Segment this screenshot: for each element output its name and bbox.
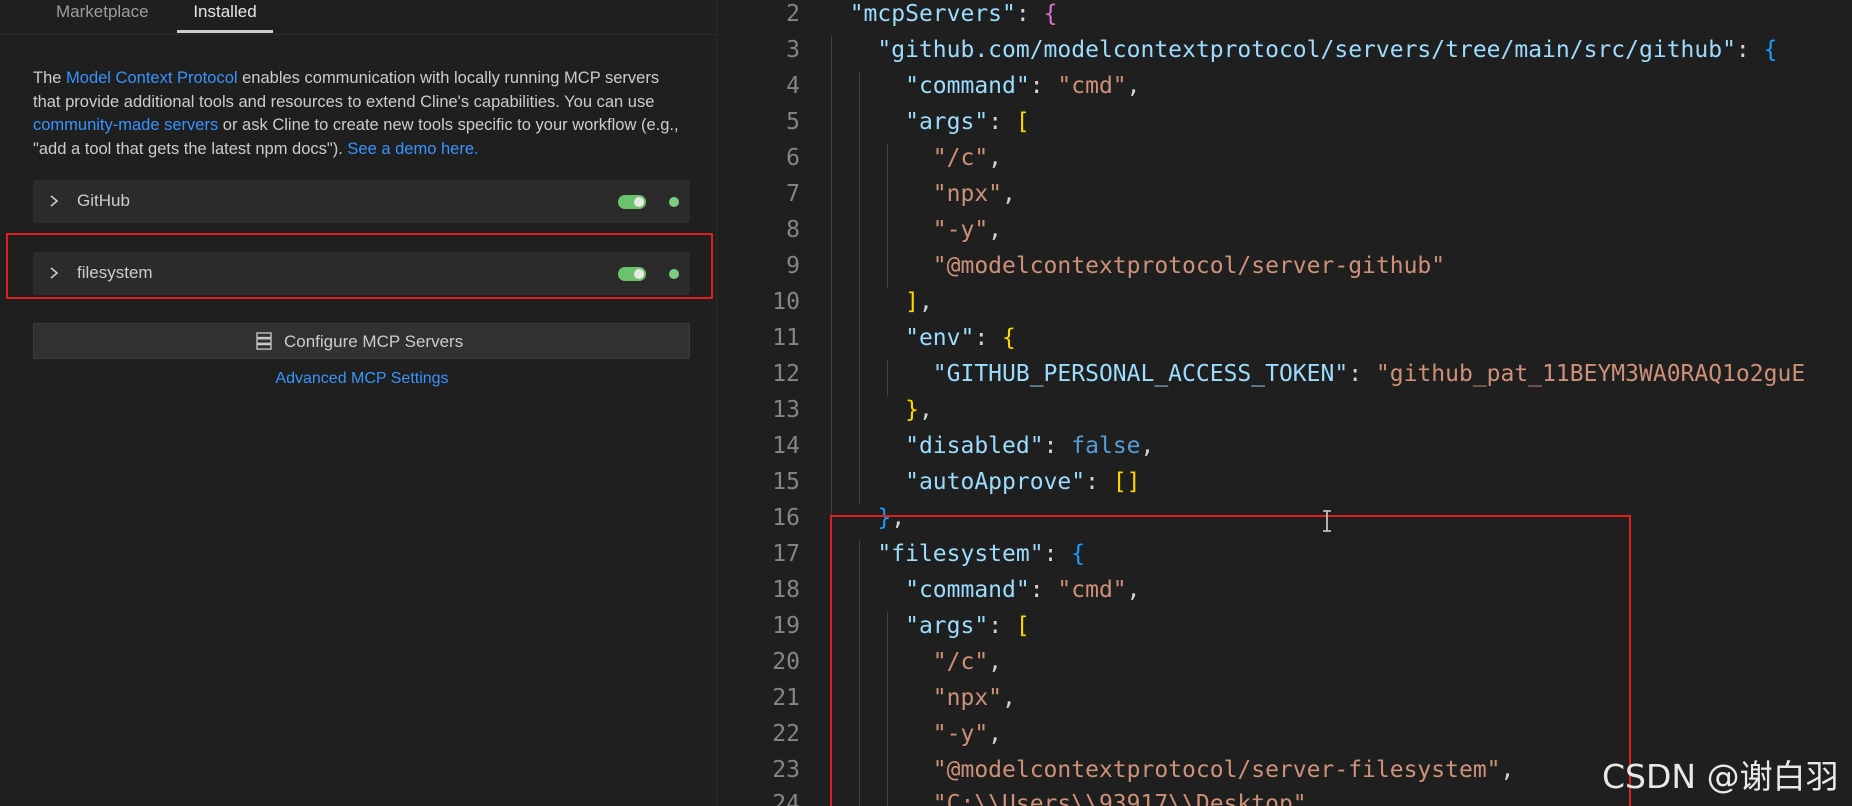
code-line: 6 "/c", [717, 140, 1852, 176]
chevron-right-icon[interactable] [46, 191, 62, 211]
description-text: The [33, 69, 67, 87]
demo-link[interactable]: See a demo here. [347, 140, 478, 158]
line-number: 4 [786, 73, 800, 99]
code-line: 7 "npx", [717, 176, 1852, 212]
json-string: "/c" [932, 145, 989, 171]
code-text: }, [905, 397, 933, 423]
community-servers-link[interactable]: community-made servers [33, 116, 218, 134]
line-number: 6 [786, 145, 800, 171]
code-text: "mcpServers": { [849, 1, 1058, 27]
line-number: 21 [772, 685, 800, 711]
server-enable-toggle[interactable] [618, 195, 646, 209]
line-number: 18 [772, 577, 800, 603]
watermark: CSDN @谢白羽 [1602, 757, 1839, 796]
active-tab-indicator [177, 30, 273, 33]
code-text: ], [905, 289, 933, 315]
line-number: 20 [772, 649, 800, 675]
line-number: 12 [772, 361, 800, 387]
code-text: "@modelcontextprotocol/server-github" [822, 248, 1445, 284]
server-name: GitHub [77, 191, 130, 210]
line-number: 15 [772, 469, 800, 495]
line-number: 10 [772, 289, 800, 315]
code-line: 10 ], [717, 284, 1852, 320]
advanced-mcp-settings-link[interactable]: Advanced MCP Settings [0, 370, 724, 388]
code-text: "-y", [932, 217, 1003, 243]
code-text: "npx", [932, 181, 1016, 207]
json-key: "command" [905, 73, 1030, 99]
code-text: "github.com/modelcontextprotocol/servers… [877, 37, 1778, 63]
configure-button-label: Configure MCP Servers [284, 332, 464, 351]
mcp-servers-panel: Marketplace Installed The Model Context … [0, 0, 717, 806]
toggle-knob [634, 197, 644, 207]
code-line: 11 "env": { [717, 320, 1852, 356]
line-number: 14 [772, 433, 800, 459]
json-key: "autoApprove" [905, 469, 1086, 495]
server-row-github[interactable]: GitHub [33, 180, 690, 223]
configure-mcp-servers-button[interactable]: Configure MCP Servers [33, 323, 690, 359]
json-key: "env" [905, 325, 975, 351]
code-line: 8 "-y", [717, 212, 1852, 248]
json-string: "github_pat_11BEYM3WA0RAQ1o2guE [1375, 361, 1806, 387]
line-number: 13 [772, 397, 800, 423]
tab-marketplace[interactable]: Marketplace [56, 0, 149, 33]
code-line: 15 "autoApprove": [] [717, 464, 1852, 500]
json-key: "github.com/modelcontextprotocol/servers… [877, 37, 1736, 63]
text-cursor-icon [1323, 510, 1331, 532]
json-key: "args" [905, 109, 989, 135]
json-string: "@modelcontextprotocol/server-github" [932, 253, 1446, 279]
line-number: 7 [786, 181, 800, 207]
line-number: 23 [772, 757, 800, 783]
json-string: "cmd" [1057, 73, 1127, 99]
code-text: "command": "cmd", [905, 73, 1141, 99]
mcp-description: The Model Context Protocol enables commu… [33, 67, 683, 161]
code-text: "/c", [932, 145, 1003, 171]
line-number: 22 [772, 721, 800, 747]
code-text: "env": { [905, 325, 1016, 351]
code-text: "disabled": false, [905, 433, 1155, 459]
line-number: 24 [772, 791, 800, 806]
line-number: 3 [786, 37, 800, 63]
code-text: "args": [ [905, 109, 1030, 135]
json-key: "GITHUB_PERSONAL_ACCESS_TOKEN" [932, 361, 1349, 387]
code-text: "GITHUB_PERSONAL_ACCESS_TOKEN": "github_… [932, 361, 1806, 387]
model-context-protocol-link[interactable]: Model Context Protocol [66, 69, 238, 87]
json-key: "disabled" [905, 433, 1044, 459]
code-line: 2 "mcpServers": { [717, 0, 1852, 32]
json-string: "npx" [932, 181, 1003, 207]
json-string: "-y" [932, 217, 989, 243]
line-number: 9 [786, 253, 800, 279]
json-key: "mcpServers" [849, 1, 1016, 27]
line-number: 2 [786, 1, 800, 27]
json-keyword: false [1071, 433, 1141, 459]
code-line: 12 "GITHUB_PERSONAL_ACCESS_TOKEN": "gith… [717, 356, 1852, 392]
line-number: 11 [772, 325, 800, 351]
code-line: 3 "github.com/modelcontextprotocol/serve… [717, 32, 1852, 68]
line-number: 19 [772, 613, 800, 639]
line-number: 5 [786, 109, 800, 135]
status-indicator [669, 197, 679, 207]
code-line: 5 "args": [ [717, 104, 1852, 140]
highlight-box [830, 515, 1631, 806]
line-number: 8 [786, 217, 800, 243]
server-icon [256, 332, 272, 350]
code-line: 4 "command": "cmd", [717, 68, 1852, 104]
line-number: 17 [772, 541, 800, 567]
code-line: 14 "disabled": false, [717, 428, 1852, 464]
line-number: 16 [772, 505, 800, 531]
tab-bar: Marketplace Installed [0, 0, 716, 35]
code-line: 9 "@modelcontextprotocol/server-github" [717, 248, 1852, 284]
code-text: "autoApprove": [] [905, 469, 1141, 495]
highlight-box [6, 233, 713, 299]
code-line: 13 }, [717, 392, 1852, 428]
tab-installed[interactable]: Installed [177, 0, 273, 33]
